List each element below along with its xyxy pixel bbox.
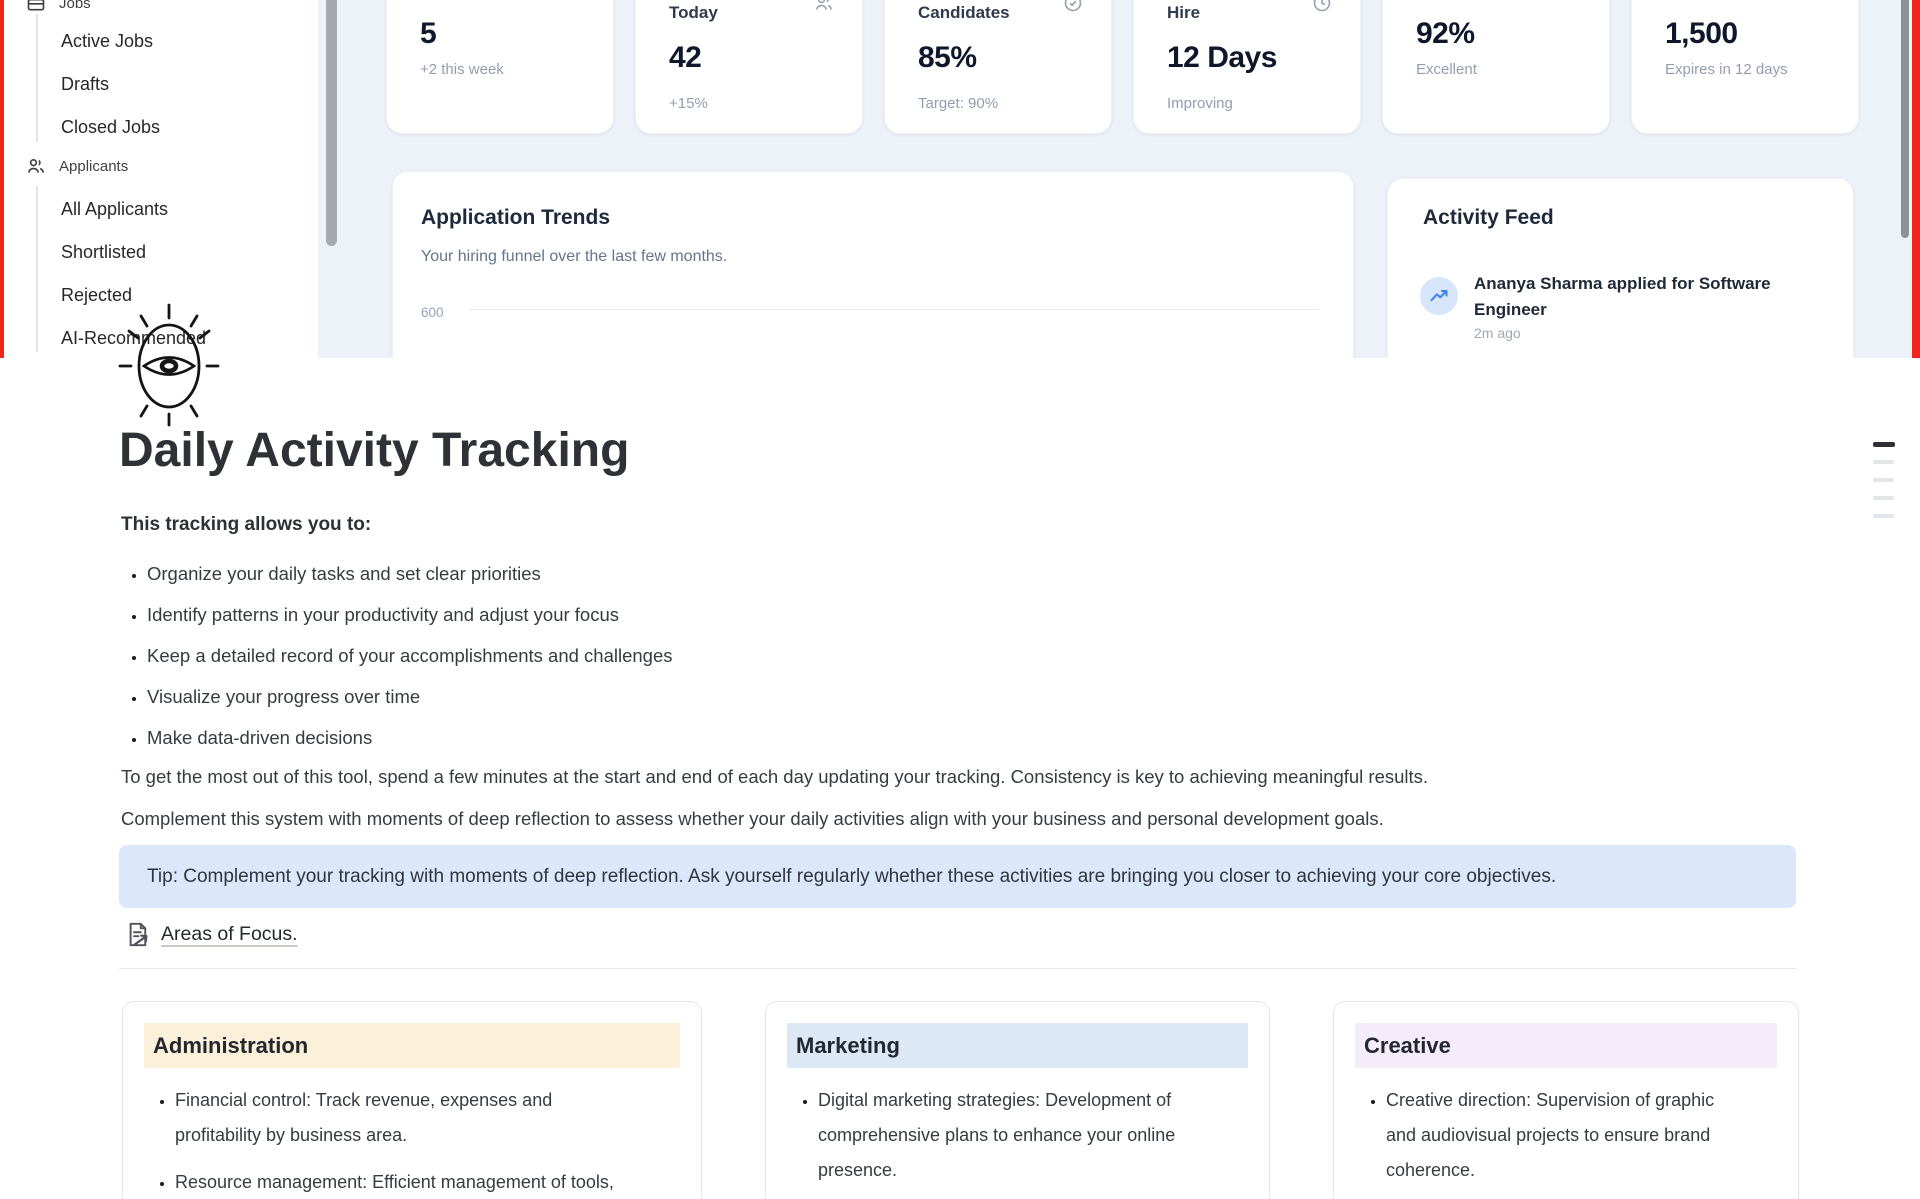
activity-feed-card: Activity Feed Ananya Sharma applied for … <box>1387 178 1854 358</box>
focus-card-list: Creative direction: Supervision of graph… <box>1355 1083 1777 1199</box>
list-item: Financial control: Track revenue, expens… <box>175 1083 620 1153</box>
briefcase-icon <box>26 0 46 13</box>
focus-card-list: Financial control: Track revenue, expens… <box>144 1083 680 1199</box>
stat-subtext: +15% <box>669 95 708 112</box>
stat-card-open-jobs: 5 +2 this week <box>386 0 614 134</box>
list-item: Organize your daily tasks and set clear … <box>147 558 673 590</box>
sidebar-section-label: Jobs <box>59 0 91 12</box>
outline-rail-item[interactable] <box>1873 478 1894 482</box>
activity-text[interactable]: Ananya Sharma applied for Software Engin… <box>1474 271 1826 324</box>
list-item: Creative direction: Supervision of graph… <box>1386 1083 1716 1188</box>
intro-heading: This tracking allows you to: <box>121 514 371 536</box>
stat-value: 85% <box>918 41 977 75</box>
tip-text: Tip: Complement your tracking with momen… <box>147 866 1556 888</box>
list-item: Digital marketing strategies: Developmen… <box>818 1083 1218 1188</box>
focus-card-marketing: Marketing Digital marketing strategies: … <box>765 1001 1270 1199</box>
users-icon <box>26 156 46 176</box>
outline-rail-current[interactable] <box>1873 442 1895 447</box>
stat-label: Today <box>669 3 718 23</box>
stat-subtext: Expires in 12 days <box>1665 61 1788 78</box>
focus-card-creative: Creative Creative direction: Supervision… <box>1333 1001 1799 1199</box>
outline-rail-item[interactable] <box>1873 460 1894 464</box>
areas-of-focus-link[interactable]: Areas of Focus. <box>125 921 298 948</box>
focus-card-title: Administration <box>144 1023 680 1068</box>
sidebar-section-applicants[interactable]: Applicants <box>26 156 128 176</box>
panel-title: Activity Feed <box>1423 206 1554 230</box>
sidebar-item-closed-jobs[interactable]: Closed Jobs <box>61 117 160 138</box>
stat-subtext: Improving <box>1167 95 1233 112</box>
list-item: Visualize your progress over time <box>147 681 673 713</box>
list-item: Keep a detailed record of your accomplis… <box>147 640 673 672</box>
divider <box>119 968 1796 969</box>
stat-value: 92% <box>1416 17 1475 51</box>
sidebar-item-label: Active Jobs <box>61 31 153 52</box>
sidebar-item-label: Closed Jobs <box>61 117 160 138</box>
focus-card-list: Digital marketing strategies: Developmen… <box>787 1083 1248 1199</box>
sidebar-scrollbar[interactable] <box>326 0 337 246</box>
sidebar-item-active-jobs[interactable]: Active Jobs <box>61 31 153 52</box>
focus-card-administration: Administration Financial control: Track … <box>122 1001 702 1199</box>
sidebar-item-label: All Applicants <box>61 199 168 220</box>
eye-doodle-icon <box>94 288 242 436</box>
sidebar-item-shortlisted[interactable]: Shortlisted <box>61 242 146 263</box>
page-title: Daily Activity Tracking <box>119 422 629 480</box>
sidebar-item-all-applicants[interactable]: All Applicants <box>61 199 168 220</box>
document-overlay: Daily Activity Tracking This tracking al… <box>0 358 1920 1199</box>
outline-rail-item[interactable] <box>1873 496 1894 500</box>
chart-gridline <box>469 309 1319 310</box>
activity-time: 2m ago <box>1474 325 1521 341</box>
stat-subtext: Excellent <box>1416 61 1477 78</box>
screen: Jobs Active Jobs Drafts Closed Jobs Appl… <box>0 0 1920 1199</box>
sidebar-section-label: Applicants <box>59 158 128 175</box>
sidebar-item-label: Drafts <box>61 74 109 95</box>
outline-rail-item[interactable] <box>1873 514 1894 518</box>
tip-callout: Tip: Complement your tracking with momen… <box>119 845 1796 908</box>
stat-card-expiring: 1,500 Expires in 12 days <box>1631 0 1859 134</box>
users-icon <box>814 0 834 13</box>
focus-card-title: Marketing <box>787 1023 1248 1068</box>
page-scrollbar[interactable] <box>1901 0 1909 238</box>
stat-value: 12 Days <box>1167 41 1277 75</box>
y-axis-tick: 600 <box>421 305 444 320</box>
panel-subtitle: Your hiring funnel over the last few mon… <box>421 248 727 266</box>
stat-subtext: +2 this week <box>420 61 504 78</box>
sidebar-item-label: Shortlisted <box>61 242 146 263</box>
focus-card-title: Creative <box>1355 1023 1777 1068</box>
panel-title: Application Trends <box>421 206 610 230</box>
stat-card-time-to-hire: Hire 12 Days Improving <box>1133 0 1361 134</box>
check-circle-icon <box>1063 0 1083 13</box>
stat-value: 42 <box>669 41 701 75</box>
paragraph: Complement this system with moments of d… <box>121 804 1384 834</box>
stat-label: Hire <box>1167 3 1200 23</box>
sidebar-item-drafts[interactable]: Drafts <box>61 74 109 95</box>
list-item: Identify patterns in your productivity a… <box>147 599 673 631</box>
link-label[interactable]: Areas of Focus. <box>161 923 298 946</box>
stat-value: 1,500 <box>1665 17 1738 51</box>
tree-line <box>36 14 38 142</box>
paragraph: To get the most out of this tool, spend … <box>121 762 1428 792</box>
stat-label: Candidates <box>918 3 1010 23</box>
stat-value: 5 <box>420 17 436 51</box>
application-trends-card: Application Trends Your hiring funnel ov… <box>392 171 1354 358</box>
list-item: Make data-driven decisions <box>147 722 673 754</box>
trending-up-icon <box>1429 286 1449 306</box>
sidebar-section-jobs[interactable]: Jobs <box>26 0 91 13</box>
stat-card-candidates: Candidates 85% Target: 90% <box>884 0 1112 134</box>
list-item: Resource management: Efficient managemen… <box>175 1165 620 1199</box>
stat-card-rate: 92% Excellent <box>1382 0 1610 134</box>
intro-bullet-list: Organize your daily tasks and set clear … <box>121 558 673 763</box>
dashboard-region: Jobs Active Jobs Drafts Closed Jobs Appl… <box>0 0 1920 358</box>
stat-card-applications-today: Today 42 +15% <box>635 0 863 134</box>
screen-border-right <box>1912 0 1920 358</box>
document-arrow-icon <box>125 921 152 948</box>
activity-avatar <box>1420 277 1458 315</box>
stat-subtext: Target: 90% <box>918 95 998 112</box>
tree-line <box>36 186 38 352</box>
clock-icon <box>1312 0 1332 13</box>
